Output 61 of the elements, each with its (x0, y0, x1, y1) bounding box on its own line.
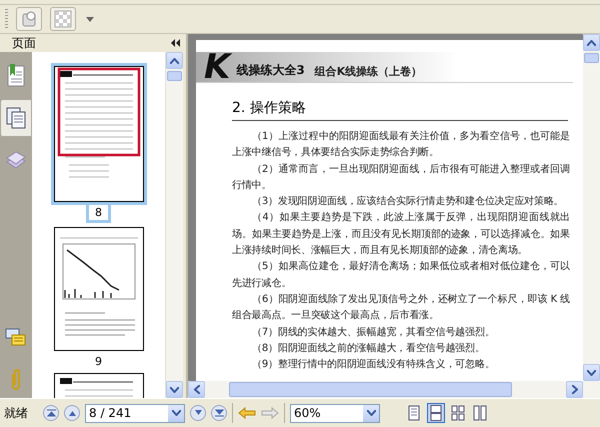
paragraph: （8）阳阴迎面线之前的涨幅越大，看空信号越强烈。 (251, 342, 486, 356)
continuous-view-button[interactable] (427, 403, 445, 423)
last-page-icon (214, 409, 224, 417)
paragraph: （5）如果高位建仓，最好清仓离场；如果低位或者相对低位建仓，可以先进行减仓。 (232, 260, 570, 291)
continuous-pages-icon (429, 405, 443, 421)
status-text: 就绪 (4, 404, 28, 422)
paragraph: （6）阳阴迎面线除了发出见顶信号之外，还树立了一个标尺，即该 K 线组合最高点。一旦突破这个最高点，后市看涨。 (232, 292, 570, 324)
paragraph: （9）整理行情中的阳阴迎面线没有特殊含义，可忽略。 (251, 358, 496, 372)
pages-icon (5, 106, 27, 130)
scroll-up-button[interactable] (583, 34, 600, 51)
paragraph: （1）上涨过程中的阳阴迎面线最有关注价值，多为看空信号，也可能是上涨中继信号，具体要结合实际走势综合判断。 (232, 130, 570, 160)
page-number-label: 8 (86, 205, 111, 223)
paragraph: （7）阴线的实体越大、振幅越宽，其看空信号越强烈。 (251, 326, 496, 340)
collapse-icon[interactable] (171, 39, 180, 47)
continuous-facing-view-button[interactable] (471, 403, 489, 423)
previous-page-button[interactable] (64, 405, 80, 421)
scroll-left-button[interactable] (188, 381, 205, 398)
chevron-right-icon (572, 385, 578, 394)
triangle-up-icon (68, 410, 76, 416)
facing-view-button[interactable] (449, 403, 467, 423)
scroll-down-button[interactable] (583, 364, 600, 381)
paragraph: （4）如果主要趋势是下跌，此波上涨属于反弹，出现阳阴迎面线就出场。如果主要趋势是上涨，而且没有见长期顶部的迹象，可以选择减仓。如果上涨持续时间长、涨幅巨大，而且有见长期顶部的迹象，清仓离场。 (232, 210, 570, 258)
chevron-up-icon (587, 40, 596, 46)
last-page-button[interactable] (211, 405, 227, 421)
dropdown-icon[interactable] (172, 410, 180, 416)
zoom-field[interactable]: 60% (290, 404, 380, 422)
caret-icon[interactable] (86, 16, 94, 22)
book-logo: K (204, 52, 230, 82)
panel-title: 页面 (12, 34, 36, 52)
chevron-down-icon (170, 386, 179, 392)
chevron-up-icon (170, 58, 179, 64)
checkerboard-icon (54, 10, 72, 28)
first-page-button[interactable] (43, 405, 59, 421)
single-page-icon (407, 405, 421, 421)
page-number-label: 9 (94, 354, 103, 369)
scroll-down-button[interactable] (166, 381, 183, 398)
back-arrow-icon[interactable] (238, 407, 256, 419)
grid-pages-icon (451, 405, 465, 421)
layers-icon (5, 149, 27, 171)
chevron-left-icon (194, 385, 200, 394)
stamp-icon (20, 10, 38, 28)
chevron-down-icon (587, 370, 596, 376)
dropdown-icon[interactable] (366, 410, 376, 416)
scroll-right-button[interactable] (566, 381, 583, 398)
page-number-field[interactable]: 8 / 241 (85, 404, 185, 422)
next-page-button[interactable] (190, 405, 206, 421)
series-title: 线操练大全3 (236, 62, 305, 79)
two-columns-icon (473, 405, 487, 421)
pages-tab[interactable] (1, 100, 31, 136)
scrollbar-thumb[interactable] (167, 71, 182, 81)
triangle-down-icon (194, 410, 202, 416)
scrollbar-thumb[interactable] (584, 53, 599, 63)
scroll-up-button[interactable] (166, 52, 183, 69)
book-title: 组合K线操练（上卷） (314, 64, 422, 80)
bookmark-page-icon (5, 64, 27, 88)
paragraph: （2）通常而言，一旦出现阳阴迎面线，后市很有可能进入整理或者回调行情中。 (232, 162, 570, 193)
section-heading: 2. 操作策略 (232, 99, 568, 121)
stamp-tool-button[interactable] (16, 7, 42, 31)
first-page-icon (46, 409, 56, 417)
scrollbar-thumb[interactable] (229, 382, 512, 397)
paragraph: （3）发现阳阴迎面线，应该结合实际行情走势和建仓位决定应对策略。 (251, 194, 565, 210)
